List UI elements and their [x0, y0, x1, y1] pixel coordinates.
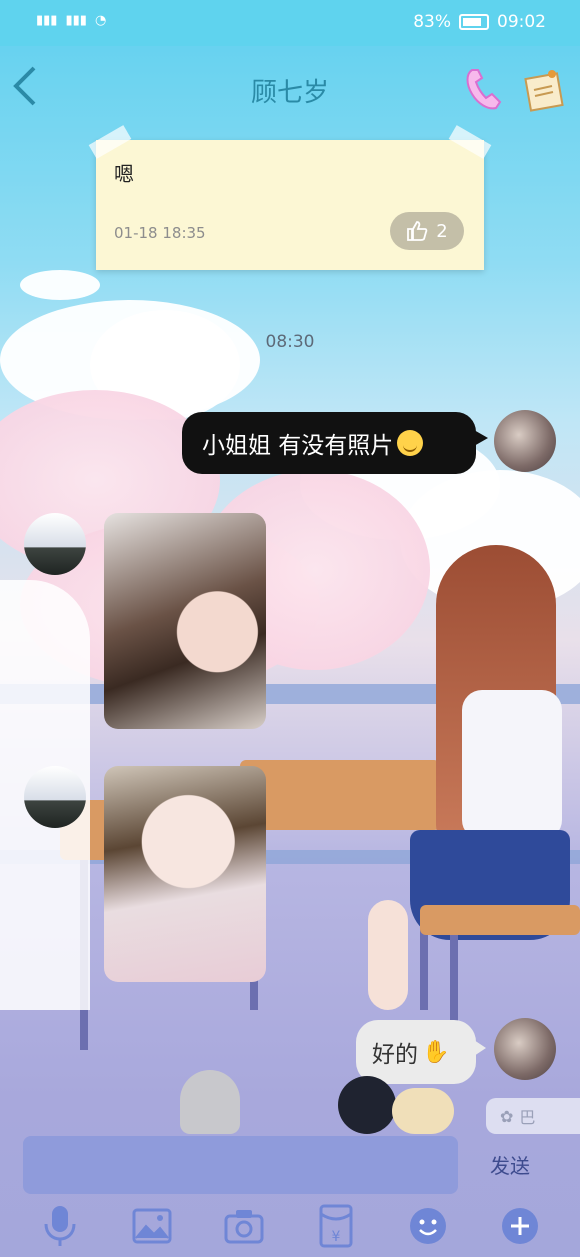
contact-avatar[interactable]: [24, 513, 86, 575]
contact-avatar[interactable]: [24, 766, 86, 828]
camera-button[interactable]: [220, 1202, 268, 1250]
red-packet-icon: ¥: [319, 1204, 353, 1247]
ok-hand-emoji-icon: ✋: [422, 1039, 450, 1065]
battery-percent: 83%: [413, 12, 451, 32]
message-text: 好的: [372, 1042, 418, 1068]
image-message[interactable]: [104, 513, 266, 729]
anime-character-sticker: [338, 1076, 396, 1134]
chat-timestamp: 08:30: [265, 332, 315, 352]
thumbs-up-icon: [407, 221, 428, 241]
image-button[interactable]: [128, 1202, 176, 1250]
voice-button[interactable]: [36, 1202, 84, 1250]
phone-icon: [466, 69, 502, 110]
pinned-note[interactable]: 嗯 01-18 18:35 2: [96, 140, 484, 270]
message-input[interactable]: [23, 1136, 458, 1194]
message-text: 小姐姐 有没有照片: [202, 433, 394, 459]
peeking-character-sticker: [180, 1070, 240, 1134]
wifi-icon: ◔: [94, 13, 107, 28]
my-avatar[interactable]: [494, 1018, 556, 1080]
notes-button[interactable]: [522, 66, 568, 112]
red-packet-button[interactable]: ¥: [312, 1202, 360, 1250]
clock: 09:02: [497, 12, 546, 32]
smile-emoji-icon: [397, 430, 424, 456]
image-message[interactable]: [104, 766, 266, 982]
like-button[interactable]: 2: [390, 212, 464, 250]
message-bubble-sent[interactable]: 小姐姐 有没有照片: [182, 412, 488, 474]
paw-hint[interactable]: ✿ 巴: [486, 1098, 580, 1134]
phone-call-button[interactable]: [462, 64, 506, 112]
status-bar: ▮▮▮ ▮▮▮ ◔ 83% 09:02: [0, 0, 580, 46]
more-button[interactable]: [496, 1202, 544, 1250]
paw-icon: ✿: [500, 1106, 514, 1126]
chat-header: 顾七岁: [0, 46, 580, 138]
signal-icon-2: ▮▮▮: [65, 13, 87, 28]
sticky-note-icon: [524, 70, 564, 112]
battery-icon: [459, 14, 489, 30]
pug-sticker: [392, 1088, 454, 1134]
signal-icon: ▮▮▮: [36, 13, 58, 28]
camera-icon: [224, 1209, 264, 1243]
input-toolbar: ¥: [0, 1194, 580, 1257]
emoji-button[interactable]: [404, 1202, 452, 1250]
message-bubble-sent[interactable]: 好的 ✋: [356, 1020, 486, 1084]
like-count: 2: [436, 220, 448, 242]
hint-text: 巴: [519, 1108, 536, 1127]
microphone-icon: [44, 1205, 76, 1246]
plus-icon: [502, 1207, 538, 1244]
emoji-icon: [410, 1207, 446, 1244]
my-avatar[interactable]: [494, 410, 556, 472]
note-text: 嗯: [114, 162, 134, 186]
svg-text:¥: ¥: [332, 1229, 341, 1245]
send-button[interactable]: 发送: [470, 1140, 550, 1188]
image-icon: [132, 1208, 172, 1243]
network-indicators: ▮▮▮ ▮▮▮ ◔: [36, 13, 106, 28]
note-timestamp: 01-18 18:35: [114, 224, 206, 242]
